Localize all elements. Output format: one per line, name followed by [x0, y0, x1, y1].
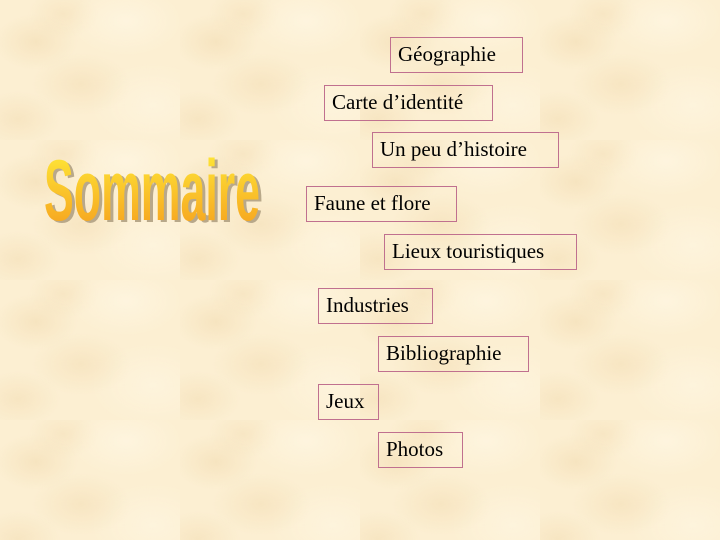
- menu-link-jeux[interactable]: Jeux: [318, 384, 379, 420]
- menu-link-industries[interactable]: Industries: [318, 288, 433, 324]
- title-text: Sommaire: [44, 143, 260, 232]
- menu-link-bibliographie[interactable]: Bibliographie: [378, 336, 529, 372]
- menu-link-faune-flore[interactable]: Faune et flore: [306, 186, 457, 222]
- menu-link-histoire[interactable]: Un peu d’histoire: [372, 132, 559, 168]
- menu-link-photos[interactable]: Photos: [378, 432, 463, 468]
- menu-link-lieux-touristiques[interactable]: Lieux touristiques: [384, 234, 577, 270]
- menu-link-carte-identite[interactable]: Carte d’identité: [324, 85, 493, 121]
- page-title: Sommaire Sommaire: [40, 136, 264, 232]
- menu-link-geographie[interactable]: Géographie: [390, 37, 523, 73]
